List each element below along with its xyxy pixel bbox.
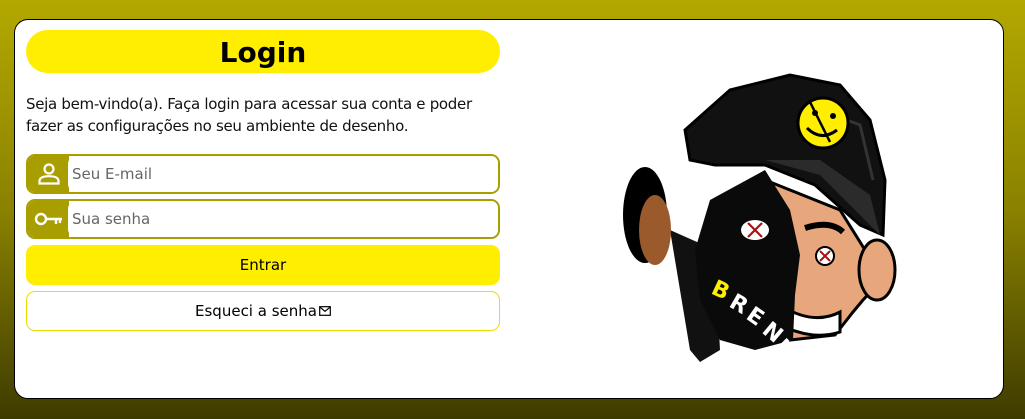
login-card: Login Seja bem-vindo(a). Faça login para… <box>14 19 1004 399</box>
email-field <box>26 154 500 194</box>
key-icon <box>28 201 69 237</box>
login-button[interactable]: Entrar <box>26 245 500 285</box>
welcome-text: Seja bem-vindo(a). Faça login para acess… <box>26 95 472 135</box>
login-form: Login Seja bem-vindo(a). Faça login para… <box>26 30 500 331</box>
user-icon <box>28 156 69 192</box>
forgot-password-button[interactable]: Esqueci a senha <box>26 291 500 331</box>
page-title: Login <box>26 30 500 73</box>
cartoon-character-illustration: B R E N I N <box>623 73 897 368</box>
email-input[interactable] <box>68 156 498 192</box>
envelope-icon <box>319 302 331 320</box>
password-input[interactable] <box>68 201 498 237</box>
password-field <box>26 199 500 239</box>
forgot-password-label: Esqueci a senha <box>195 302 317 320</box>
